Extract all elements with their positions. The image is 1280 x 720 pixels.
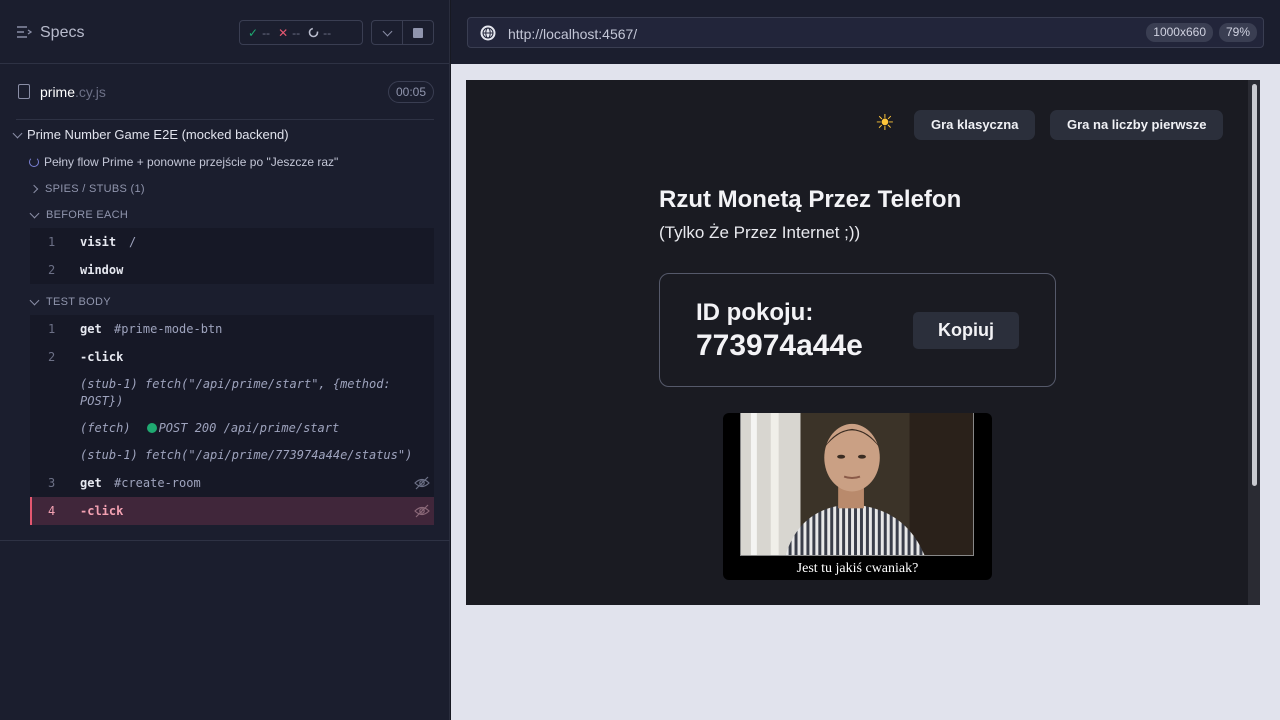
command-name: window — [80, 263, 124, 277]
eye-slash-icon — [414, 504, 430, 518]
stop-button[interactable] — [402, 20, 434, 45]
url-text: http://localhost:4567/ — [508, 26, 638, 42]
command-arg: / — [129, 235, 137, 249]
meme-photo — [740, 413, 974, 556]
before-each-label: BEFORE EACH — [46, 209, 129, 221]
pending-icon — [308, 27, 319, 38]
expand-collapse-button[interactable] — [371, 20, 403, 45]
before-each-toggle[interactable]: BEFORE EACH — [29, 208, 129, 221]
command-row-active[interactable]: 4 -click — [30, 497, 434, 525]
scrollbar-thumb[interactable] — [1252, 84, 1257, 486]
stop-icon — [413, 27, 423, 38]
passed-count: -- — [262, 25, 271, 40]
suite-label: Prime Number Game E2E (mocked backend) — [27, 127, 289, 142]
command-number: 2 — [48, 263, 56, 277]
status-success-icon — [146, 423, 157, 433]
spec-file-base: prime — [40, 84, 76, 100]
stub-log-row[interactable]: (stub-1) fetch("/api/prime/773974a44e/st… — [30, 442, 434, 469]
command-row[interactable]: 1 get #prime-mode-btn — [30, 315, 434, 343]
spies-stubs-label: SPIES / STUBS (1) — [45, 183, 145, 195]
pending-count: -- — [323, 25, 332, 40]
running-icon — [29, 157, 39, 167]
scrollbar[interactable] — [1248, 80, 1260, 605]
test-body-label: TEST BODY — [46, 296, 111, 308]
command-number: 2 — [48, 350, 56, 364]
meme-caption: Jest tu jakiś cwaniak? — [796, 561, 919, 576]
command-number: 4 — [48, 504, 56, 518]
command-name: -click — [80, 504, 124, 518]
fetch-request: POST 200 /api/prime/start — [158, 421, 340, 435]
failed-stat: ✕ -- — [278, 26, 300, 40]
page-title: Rzut Monetą Przez Telefon — [659, 186, 962, 213]
stub-log-row[interactable]: (stub-1) fetch("/api/prime/start", {meth… — [30, 371, 434, 415]
command-row[interactable]: 3 get #create-room — [30, 469, 434, 497]
reporter-divider — [0, 540, 450, 541]
test-title[interactable]: Pełny flow Prime + ponowne przejście po … — [29, 155, 338, 169]
check-icon: ✓ — [248, 25, 259, 40]
app-viewport: ☀ Gra klasyczna Gra na liczby pierwsze R… — [466, 80, 1260, 605]
chevron-right-icon — [29, 184, 39, 194]
x-icon: ✕ — [278, 25, 289, 40]
command-row[interactable]: 2 window — [30, 256, 434, 284]
fetch-prefix: (fetch) — [80, 421, 131, 435]
globe-icon — [480, 25, 496, 41]
command-arg: #prime-mode-btn — [114, 322, 223, 336]
command-row[interactable]: 1 visit / — [30, 228, 434, 256]
command-name: get — [80, 322, 102, 336]
aut-panel: http://localhost:4567/ 1000x660 79% ☀ Gr… — [451, 0, 1280, 720]
fetch-log-text: (fetch) POST 200 /api/prime/start — [30, 415, 359, 442]
copy-button[interactable]: Kopiuj — [913, 312, 1019, 349]
chevron-down-icon — [29, 208, 40, 219]
pending-stat: -- — [308, 26, 331, 40]
stub-log-text: (stub-1) fetch("/api/prime/773974a44e/st… — [80, 448, 413, 462]
command-number: 3 — [48, 476, 56, 490]
spies-stubs-toggle[interactable]: SPIES / STUBS (1) — [29, 183, 145, 195]
meme-image: Jest tu jakiś cwaniak? — [723, 413, 992, 580]
command-number: 1 — [48, 322, 56, 336]
spec-file-row[interactable]: prime.cy.js 00:05 — [16, 64, 434, 120]
specs-title[interactable]: Specs — [40, 24, 84, 42]
suite-title[interactable]: Prime Number Game E2E (mocked backend) — [12, 127, 289, 142]
command-number: 1 — [48, 235, 56, 249]
document-icon — [18, 84, 30, 99]
test-label: Pełny flow Prime + ponowne przejście po … — [44, 155, 339, 169]
spec-file-name: prime.cy.js — [40, 84, 106, 100]
page-subtitle: (Tylko Że Przez Internet ;)) — [659, 223, 861, 242]
specs-list-icon[interactable] — [17, 26, 32, 38]
passed-stat: ✓ -- — [248, 26, 270, 40]
sun-icon[interactable]: ☀ — [875, 110, 895, 136]
command-name: visit — [80, 235, 117, 249]
eye-slash-icon — [414, 476, 430, 490]
spec-file-ext: .cy.js — [75, 84, 106, 100]
chevron-down-icon — [29, 295, 40, 306]
prime-game-button[interactable]: Gra na liczby pierwsze — [1050, 110, 1224, 140]
test-body-commands: 1 get #prime-mode-btn 2 -click (stub-1) … — [30, 315, 434, 525]
command-name: get — [80, 476, 102, 490]
zoom-badge: 79% — [1218, 23, 1257, 42]
chevron-down-icon — [12, 128, 23, 138]
test-body-toggle[interactable]: TEST BODY — [29, 295, 111, 308]
before-each-commands: 1 visit / 2 window — [30, 228, 434, 284]
command-row[interactable]: 2 -click — [30, 343, 434, 371]
viewport-size-badge[interactable]: 1000x660 — [1146, 23, 1213, 42]
reporter-panel: Specs ✓ -- ✕ -- -- prime.cy.js 00:05 Pri… — [0, 0, 450, 720]
stub-log-text: (stub-1) fetch("/api/prime/start", {meth… — [80, 377, 391, 408]
fetch-log-row[interactable]: (fetch) POST 200 /api/prime/start — [30, 415, 434, 442]
command-name: -click — [80, 350, 124, 364]
test-stats: ✓ -- ✕ -- -- — [239, 20, 363, 45]
classic-game-button[interactable]: Gra klasyczna — [914, 110, 1036, 140]
url-bar[interactable]: http://localhost:4567/ 1000x660 79% — [467, 17, 1264, 48]
aut-header: http://localhost:4567/ 1000x660 79% — [451, 0, 1280, 64]
command-arg: #create-room — [114, 476, 201, 490]
reporter-header: Specs ✓ -- ✕ -- -- — [0, 0, 449, 64]
failed-count: -- — [292, 25, 301, 40]
room-id-label: ID pokoju: — [696, 299, 814, 326]
room-id-value: 773974a44e — [696, 329, 863, 362]
chevron-down-icon — [382, 26, 392, 36]
room-card: ID pokoju: 773974a44e Kopiuj — [659, 273, 1056, 387]
duration-badge: 00:05 — [387, 81, 434, 103]
